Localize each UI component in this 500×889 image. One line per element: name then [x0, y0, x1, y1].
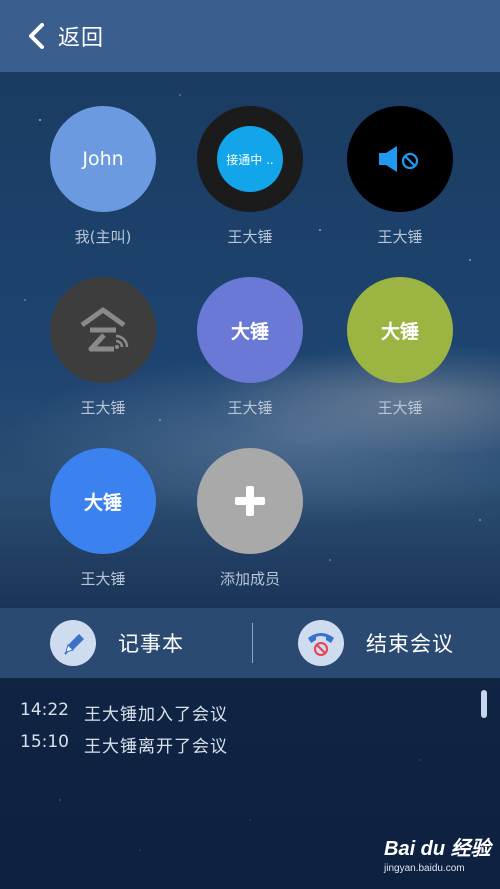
- member-blue: 大锤 王大锤: [28, 448, 178, 608]
- member-name: 王大锤: [80, 570, 126, 588]
- member-avatar[interactable]: 接通中 ..: [197, 106, 303, 212]
- avatar-initials: 大锤: [83, 491, 122, 514]
- end-meeting-button[interactable]: 结束会议: [253, 608, 500, 678]
- hang-up-phone-icon: [298, 620, 344, 666]
- back-button-label[interactable]: 返回: [58, 20, 104, 52]
- connecting-label: 接通中 ..: [226, 152, 274, 167]
- log-text: 王大锤离开了会议: [84, 737, 228, 757]
- baidu-watermark: Bai du 经验 jingyan.baidu.com: [384, 832, 494, 882]
- member-name: 我(主叫): [74, 228, 132, 246]
- member-avatar[interactable]: 大锤: [197, 277, 303, 383]
- end-meeting-label: 结束会议: [366, 632, 454, 656]
- add-member-label[interactable]: 添加成员: [220, 568, 280, 589]
- avatar-initials: 大锤: [380, 320, 419, 343]
- member-connecting: 接通中 .. 王大锤: [175, 106, 325, 266]
- notepad-label: 记事本: [118, 632, 184, 656]
- app-logo-icon: [80, 307, 129, 352]
- notepad-button[interactable]: 记事本: [0, 608, 252, 678]
- add-member-button[interactable]: [197, 448, 303, 554]
- member-name: 王大锤: [227, 228, 273, 246]
- member-avatar[interactable]: 大锤: [347, 277, 453, 383]
- avatar-initials: John: [82, 148, 124, 170]
- member-avatar[interactable]: [50, 277, 156, 383]
- watermark-url: jingyan.baidu.com: [384, 863, 465, 874]
- log-scrollbar[interactable]: [481, 690, 487, 718]
- member-name: 王大锤: [377, 399, 423, 417]
- back-arrow-icon[interactable]: [16, 16, 56, 56]
- member-logo: 王大锤: [28, 277, 178, 437]
- log-time: 14:22: [20, 700, 69, 720]
- top-bar: 返回: [0, 0, 500, 72]
- log-time: 15:10: [20, 732, 69, 752]
- member-name: 王大锤: [377, 228, 423, 246]
- member-name: 王大锤: [80, 399, 126, 417]
- log-entry: 14:22 王大锤加入了会议: [20, 700, 228, 725]
- watermark-logo: Bai du 经验: [384, 838, 491, 860]
- speaker-muted-icon: [379, 146, 419, 172]
- plus-icon: [235, 486, 265, 516]
- member-muted: 王大锤: [325, 106, 475, 266]
- member-green: 大锤 王大锤: [325, 277, 475, 437]
- member-avatar[interactable]: John: [50, 106, 156, 212]
- member-avatar[interactable]: [347, 106, 453, 212]
- member-purple: 大锤 王大锤: [175, 277, 325, 437]
- pencil-icon: [50, 620, 96, 666]
- member-avatar[interactable]: 大锤: [50, 448, 156, 554]
- action-bar: 记事本 结束会议: [0, 608, 500, 678]
- connecting-status: 接通中 ..: [217, 126, 283, 192]
- log-text: 王大锤加入了会议: [84, 705, 228, 725]
- member-name: 王大锤: [227, 399, 273, 417]
- add-member: 添加成员: [175, 448, 325, 608]
- log-entry: 15:10 王大锤离开了会议: [20, 732, 228, 757]
- member-self: John 我(主叫): [28, 106, 178, 266]
- avatar-initials: 大锤: [230, 320, 269, 343]
